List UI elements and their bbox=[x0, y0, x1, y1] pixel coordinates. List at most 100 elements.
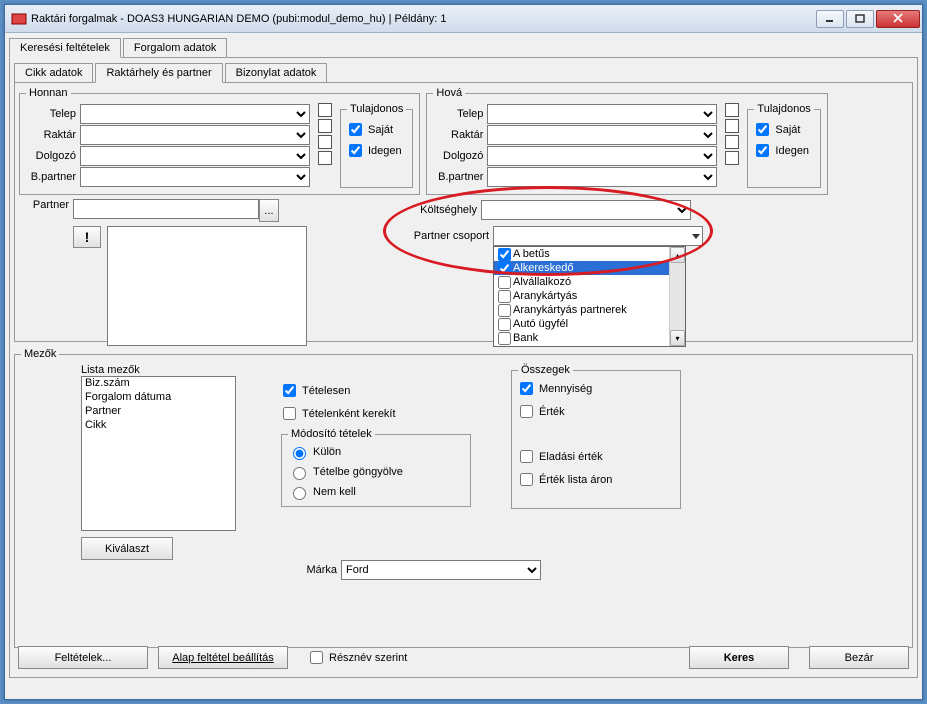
color-box[interactable] bbox=[318, 135, 332, 149]
osszegek-fieldset: Összegek Mennyiség Érték Eladási érték É… bbox=[511, 364, 681, 509]
keres-button[interactable]: Keres bbox=[689, 646, 789, 669]
hova-telep-select[interactable] bbox=[487, 104, 717, 124]
scroll-up-button[interactable]: ▴ bbox=[670, 247, 685, 263]
tetelenkent-kerekit-checkbox[interactable] bbox=[283, 407, 296, 420]
honnan-dolgozo-select[interactable] bbox=[80, 146, 310, 166]
honnan-bpartner-select[interactable] bbox=[80, 167, 310, 187]
pc-item-label: Alvállalkozó bbox=[513, 275, 571, 289]
color-box[interactable] bbox=[318, 151, 332, 165]
close-button[interactable] bbox=[876, 10, 920, 28]
idegen-label: Idegen bbox=[775, 145, 809, 157]
kivalaszt-button[interactable]: Kiválaszt bbox=[81, 537, 173, 560]
lista-mezok-label: Lista mezők bbox=[81, 364, 241, 376]
pc-item-checkbox[interactable] bbox=[498, 276, 511, 289]
honnan-sajat-checkbox[interactable] bbox=[349, 123, 362, 136]
color-box[interactable] bbox=[725, 119, 739, 133]
eladasi-ertek-label: Eladási érték bbox=[539, 451, 603, 463]
color-box[interactable] bbox=[725, 135, 739, 149]
sajat-label: Saját bbox=[775, 124, 800, 136]
mennyiseg-label: Mennyiség bbox=[539, 383, 592, 395]
honnan-legend: Honnan bbox=[26, 87, 71, 99]
partner-excl-button[interactable]: ! bbox=[73, 226, 101, 248]
hova-legend: Hová bbox=[433, 87, 465, 99]
hova-telep-label: Telep bbox=[433, 108, 487, 120]
modosito-tetelek-fieldset: Módosító tételek Külön Tételbe göngyölve… bbox=[281, 428, 471, 507]
partner-listbox[interactable] bbox=[107, 226, 307, 346]
maximize-button[interactable] bbox=[846, 10, 874, 28]
feltetelek-button[interactable]: Feltételek... bbox=[18, 646, 148, 669]
hova-bpartner-select[interactable] bbox=[487, 167, 717, 187]
list-item[interactable]: Cikk bbox=[82, 419, 235, 433]
chevron-down-icon bbox=[692, 234, 700, 239]
partner-csoport-dropdown[interactable] bbox=[493, 226, 703, 246]
hova-sajat-checkbox[interactable] bbox=[756, 123, 769, 136]
honnan-telep-select[interactable] bbox=[80, 104, 310, 124]
pc-item-checkbox[interactable] bbox=[498, 332, 511, 345]
hova-idegen-checkbox[interactable] bbox=[756, 144, 769, 157]
pc-scrollbar[interactable]: ▴ ▾ bbox=[669, 247, 685, 346]
color-box[interactable] bbox=[318, 119, 332, 133]
kulon-radio[interactable] bbox=[293, 447, 306, 460]
tetelenkent-kerekit-label: Tételenként kerekít bbox=[302, 408, 396, 420]
pc-item-checkbox[interactable] bbox=[498, 248, 511, 261]
list-item[interactable]: Biz.szám bbox=[82, 377, 235, 391]
color-box[interactable] bbox=[725, 103, 739, 117]
pc-item-label: Autó ügyfél bbox=[513, 317, 568, 331]
partner-browse-button[interactable]: ... bbox=[259, 199, 279, 222]
partner-csoport-list[interactable]: A betűs Alkereskedő Alvállalkozó Aranyká… bbox=[493, 246, 686, 347]
mennyiseg-checkbox[interactable] bbox=[520, 382, 533, 395]
tetelbe-gongyolve-radio[interactable] bbox=[293, 467, 306, 480]
mezok-legend: Mezők bbox=[21, 348, 59, 360]
honnan-idegen-checkbox[interactable] bbox=[349, 144, 362, 157]
tab-keresesi-feltetelek[interactable]: Keresési feltételek bbox=[9, 38, 121, 58]
sajat-label: Saját bbox=[368, 124, 393, 136]
ertek-checkbox[interactable] bbox=[520, 405, 533, 418]
hova-fieldset: Hová Telep Raktár Dolgozó B.partner bbox=[426, 87, 827, 195]
koltseghely-select[interactable] bbox=[481, 200, 691, 220]
alap-feltetel-button[interactable]: Alap feltétel beállítás bbox=[158, 646, 288, 669]
koltseghely-label: Költséghely bbox=[411, 204, 481, 216]
mezok-fieldset: Mezők Lista mezők Biz.szám Forgalom dátu… bbox=[14, 348, 913, 648]
tab-raktarhely-es-partner[interactable]: Raktárhely és partner bbox=[95, 63, 222, 83]
pc-item-checkbox[interactable] bbox=[498, 262, 511, 275]
pc-item-label: Aranykártyás partnerek bbox=[513, 303, 627, 317]
eladasi-ertek-checkbox[interactable] bbox=[520, 450, 533, 463]
scroll-down-button[interactable]: ▾ bbox=[670, 330, 685, 346]
tetelesen-checkbox[interactable] bbox=[283, 384, 296, 397]
bezar-button[interactable]: Bezár bbox=[809, 646, 909, 669]
pc-item-label: A betűs bbox=[513, 247, 550, 261]
tulajdonos-legend: Tulajdonos bbox=[754, 103, 813, 115]
osszegek-legend: Összegek bbox=[518, 364, 573, 376]
hova-bpartner-label: B.partner bbox=[433, 171, 487, 183]
color-box[interactable] bbox=[318, 103, 332, 117]
pc-item-label: Aranykártyás bbox=[513, 289, 577, 303]
ertek-lista-aron-label: Érték lista áron bbox=[539, 474, 612, 486]
nem-kell-radio[interactable] bbox=[293, 487, 306, 500]
window-title: Raktári forgalmak - DOAS3 HUNGARIAN DEMO… bbox=[31, 13, 814, 25]
tetelbe-gongyolve-label: Tételbe göngyölve bbox=[313, 466, 403, 478]
app-icon bbox=[11, 11, 27, 27]
ertek-lista-aron-checkbox[interactable] bbox=[520, 473, 533, 486]
minimize-button[interactable] bbox=[816, 10, 844, 28]
main-tabset: Keresési feltételek Forgalom adatok Cikk… bbox=[9, 37, 918, 678]
hova-raktar-select[interactable] bbox=[487, 125, 717, 145]
pc-item-label: Alkereskedő bbox=[513, 261, 574, 275]
color-box[interactable] bbox=[725, 151, 739, 165]
partner-input[interactable] bbox=[73, 199, 259, 219]
honnan-raktar-select[interactable] bbox=[80, 125, 310, 145]
nem-kell-label: Nem kell bbox=[313, 486, 356, 498]
list-item[interactable]: Forgalom dátuma bbox=[82, 391, 235, 405]
hova-dolgozo-select[interactable] bbox=[487, 146, 717, 166]
ertek-label: Érték bbox=[539, 406, 565, 418]
pc-item-checkbox[interactable] bbox=[498, 304, 511, 317]
pc-item-checkbox[interactable] bbox=[498, 290, 511, 303]
tab-bizonylat-adatok[interactable]: Bizonylat adatok bbox=[225, 63, 328, 83]
tab-cikk-adatok[interactable]: Cikk adatok bbox=[14, 63, 93, 83]
kulon-label: Külön bbox=[313, 446, 341, 458]
resznev-szerint-checkbox[interactable] bbox=[310, 651, 323, 664]
list-item[interactable]: Partner bbox=[82, 405, 235, 419]
tab-forgalom-adatok[interactable]: Forgalom adatok bbox=[123, 38, 228, 58]
marka-select[interactable]: Ford bbox=[341, 560, 541, 580]
lista-mezok-listbox[interactable]: Biz.szám Forgalom dátuma Partner Cikk bbox=[81, 376, 236, 531]
pc-item-checkbox[interactable] bbox=[498, 318, 511, 331]
